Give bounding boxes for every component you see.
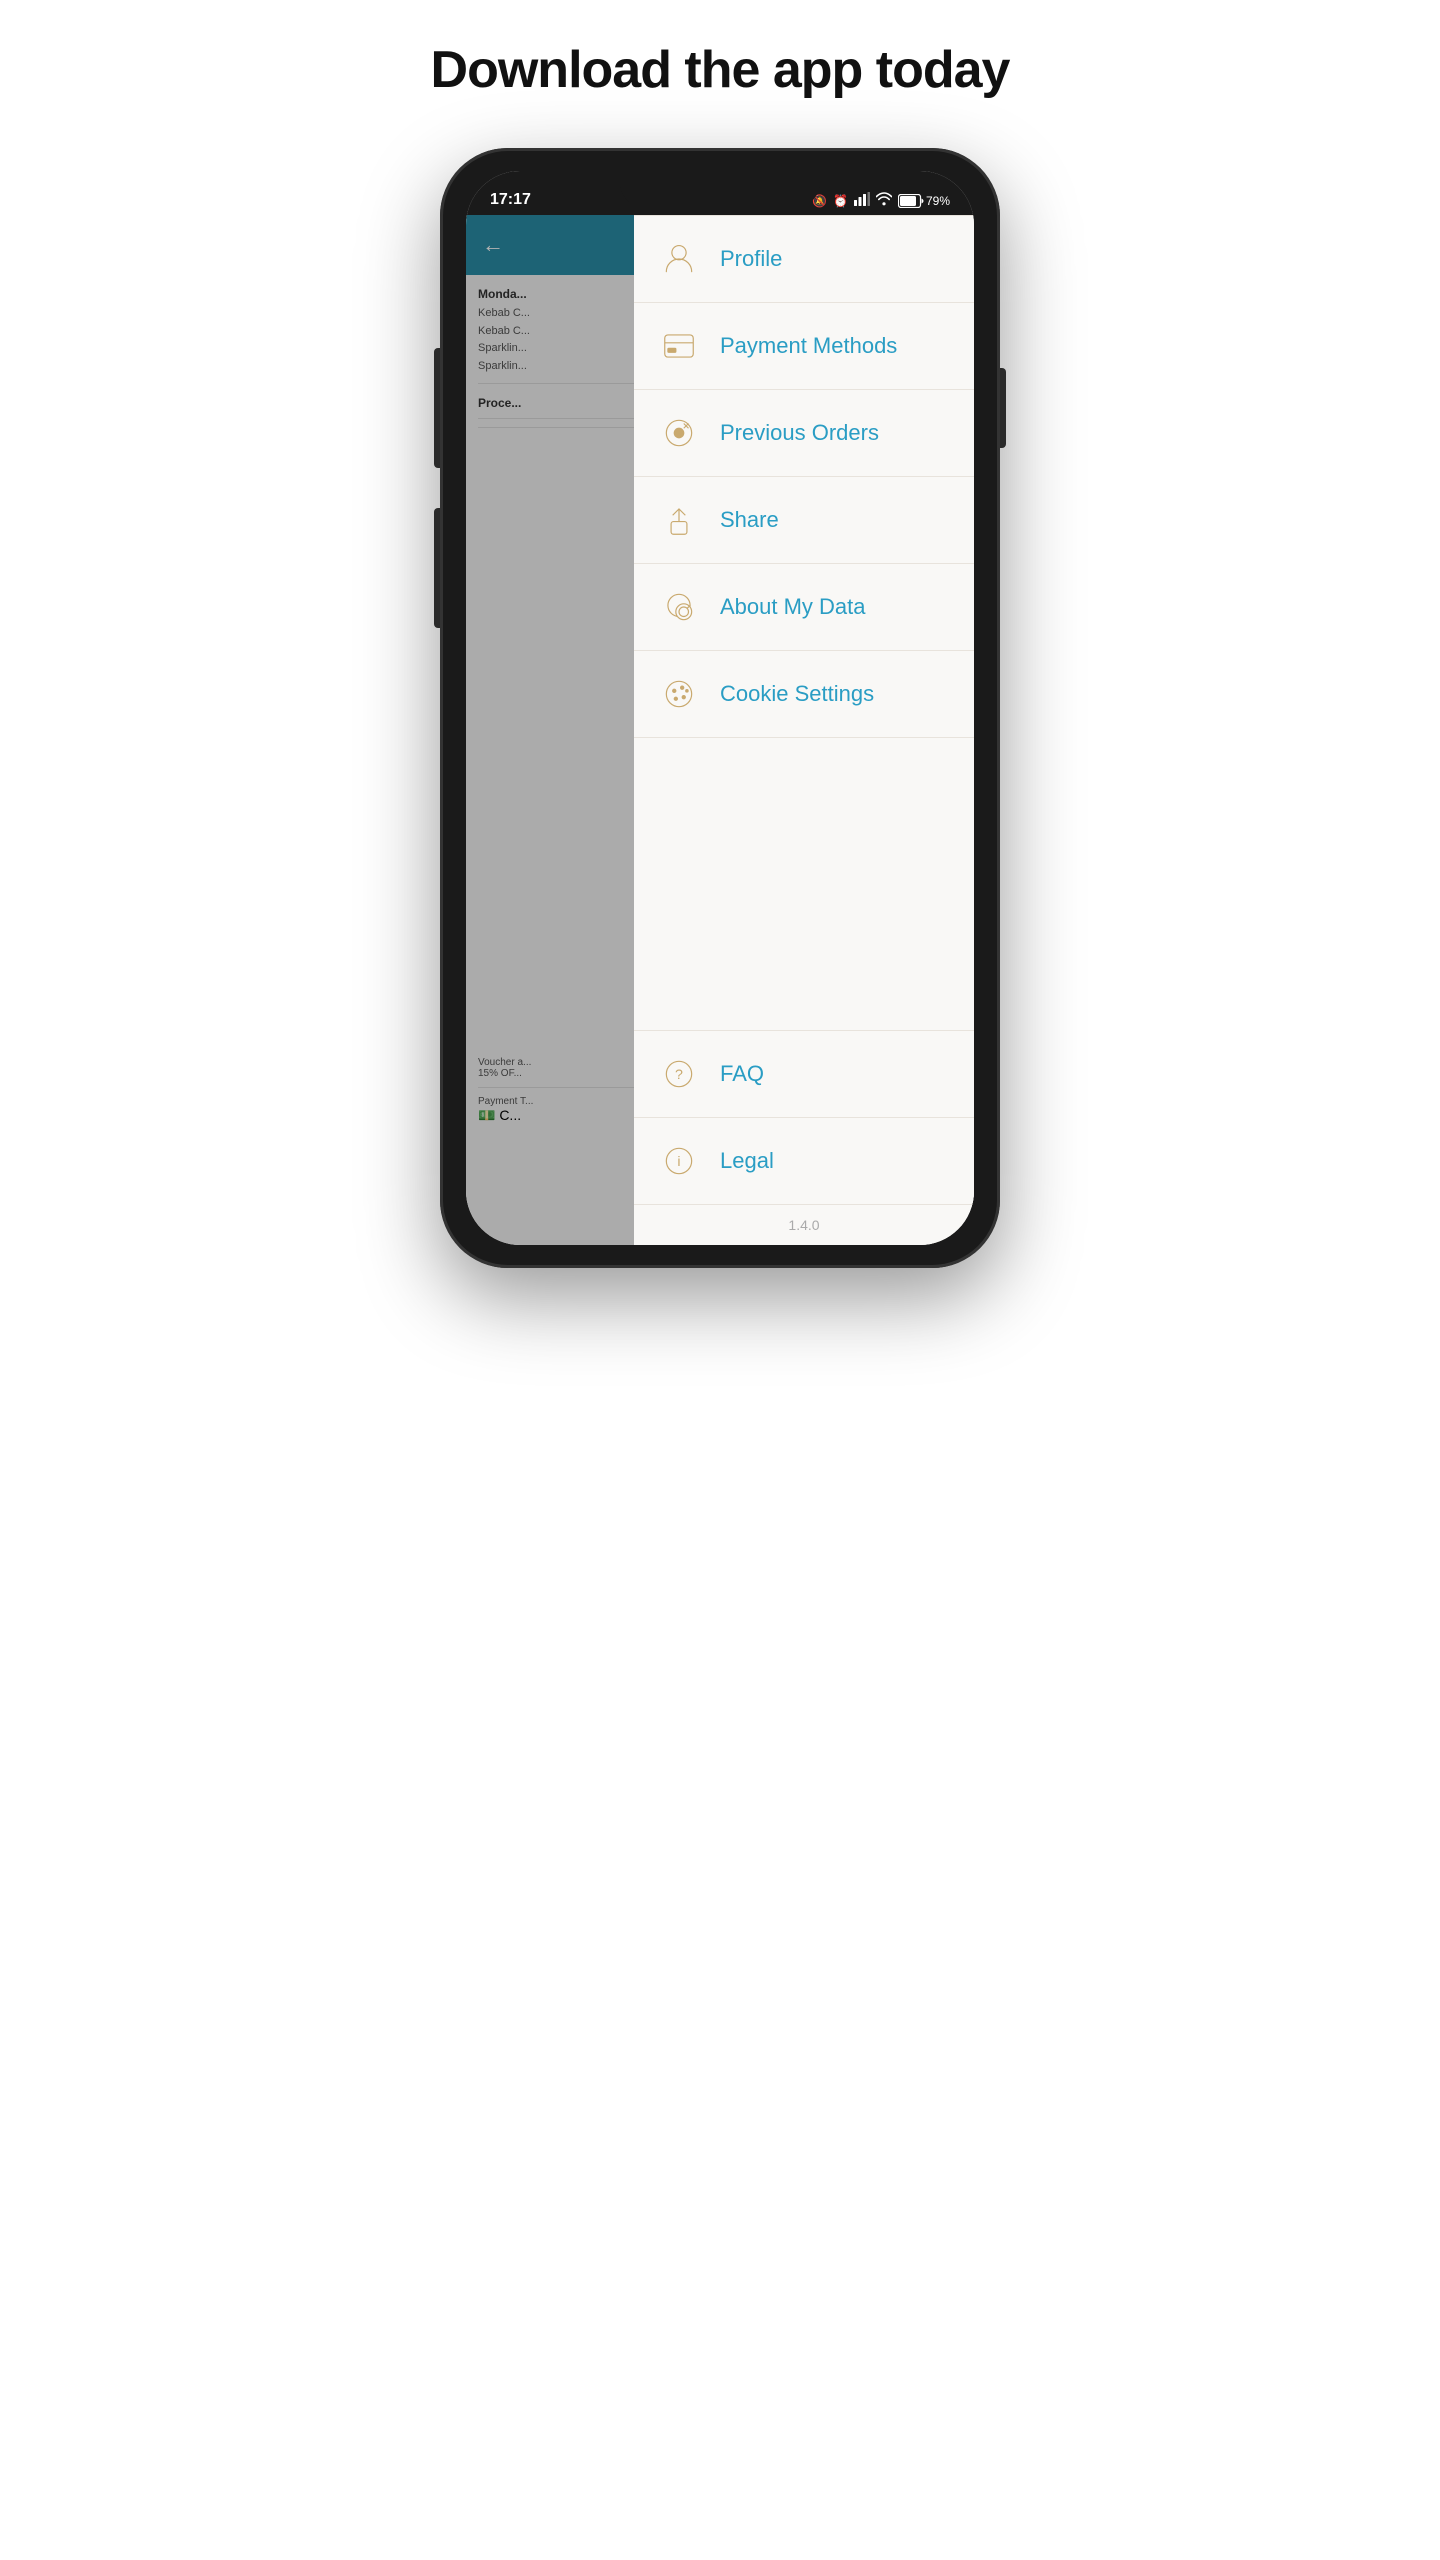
data-icon (658, 586, 700, 628)
menu-item-data[interactable]: About My Data (634, 564, 974, 651)
orders-label: Previous Orders (720, 420, 879, 446)
phone-screen: 17:17 🔕 ⏰ (466, 171, 974, 1245)
status-time: 17:17 (490, 191, 531, 209)
menu-item-profile[interactable]: Profile (634, 216, 974, 303)
version-text: 1.4.0 (634, 1205, 974, 1245)
orders-icon (658, 412, 700, 454)
svg-text:i: i (677, 1154, 680, 1170)
drawer-menu: Profile Payment Methods (634, 215, 974, 738)
profile-label: Profile (720, 246, 782, 272)
share-icon (658, 499, 700, 541)
payment-label: Payment Methods (720, 333, 897, 359)
data-label: About My Data (720, 594, 866, 620)
profile-icon (658, 238, 700, 280)
signal-icon (854, 192, 870, 209)
faq-label: FAQ (720, 1061, 764, 1087)
menu-item-payment[interactable]: Payment Methods (634, 303, 974, 390)
cookies-label: Cookie Settings (720, 681, 874, 707)
share-label: Share (720, 507, 779, 533)
battery-percent: 79% (926, 194, 950, 208)
side-drawer: Profile Payment Methods (634, 215, 974, 1245)
cookie-icon (658, 673, 700, 715)
menu-item-orders[interactable]: Previous Orders (634, 390, 974, 477)
page-title: Download the app today (431, 40, 1010, 100)
svg-text:?: ? (675, 1067, 683, 1083)
payment-icon (658, 325, 700, 367)
phone-device: 17:17 🔕 ⏰ (440, 148, 1000, 1268)
drawer-spacer (634, 738, 974, 1030)
alarm-icon: ⏰ (833, 194, 848, 208)
status-icons: 🔕 ⏰ (812, 192, 950, 209)
wifi-icon (876, 192, 892, 209)
notch (620, 171, 820, 207)
menu-item-legal[interactable]: i Legal (634, 1118, 974, 1205)
faq-icon: ? (658, 1053, 700, 1095)
drawer-bottom: ? FAQ i Legal 1.4.0 (634, 1030, 974, 1245)
menu-item-faq[interactable]: ? FAQ (634, 1031, 974, 1118)
menu-item-cookies[interactable]: Cookie Settings (634, 651, 974, 738)
legal-label: Legal (720, 1148, 774, 1174)
menu-item-share[interactable]: Share (634, 477, 974, 564)
battery-icon: 79% (898, 194, 950, 208)
legal-icon: i (658, 1140, 700, 1182)
